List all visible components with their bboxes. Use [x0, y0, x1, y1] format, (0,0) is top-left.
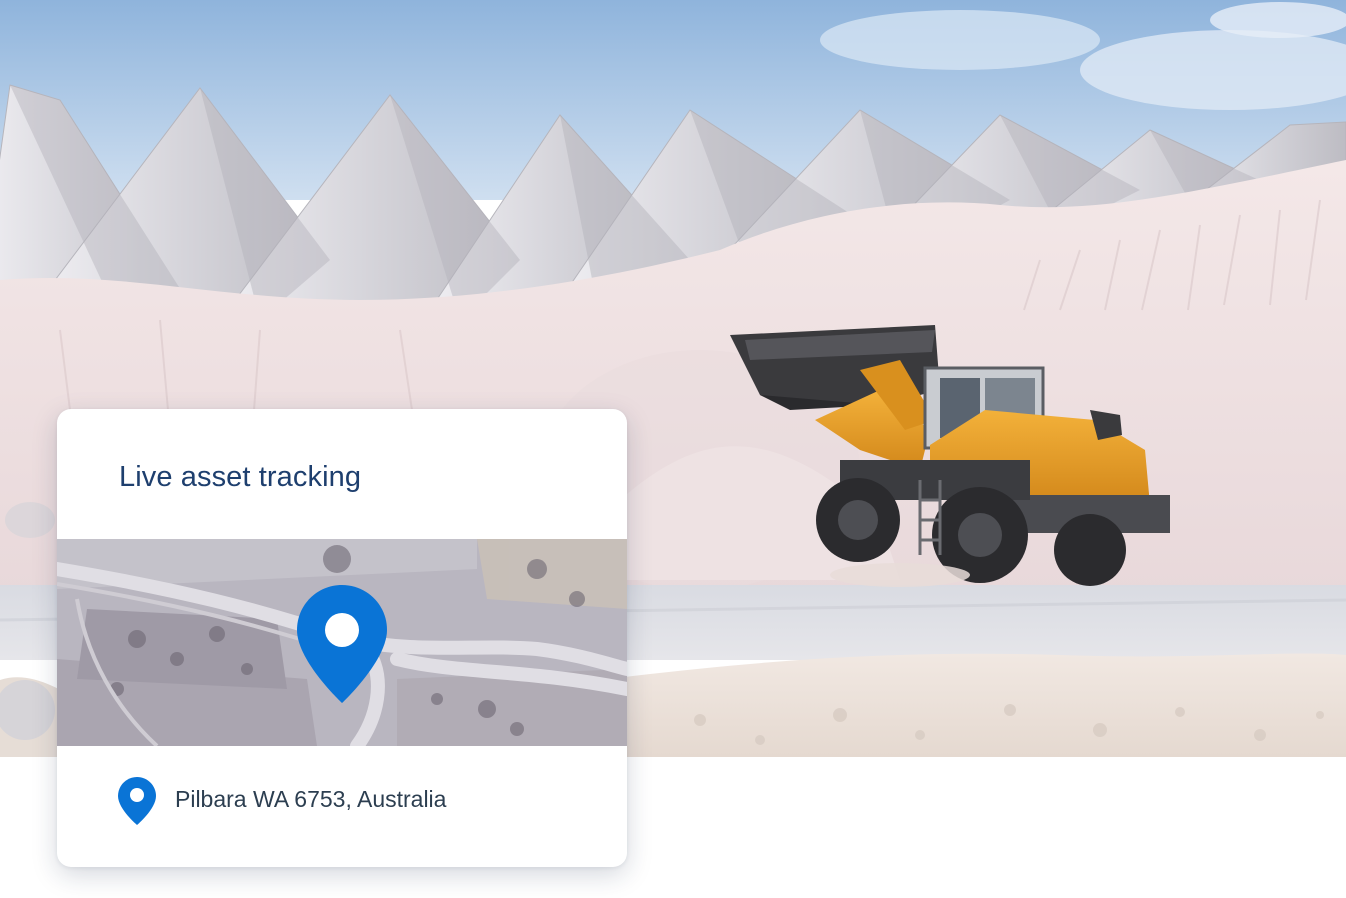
satellite-map[interactable] [57, 539, 627, 746]
asset-tracking-card: Live asset tracking Pilbara WA 6753, Aus… [57, 409, 627, 867]
card-title: Live asset tracking [119, 461, 362, 493]
map-pin-icon [118, 777, 156, 825]
location-text: Pilbara WA 6753, Australia [175, 786, 447, 812]
location-row: Pilbara WA 6753, Australia [57, 746, 627, 867]
map-pin-icon [297, 585, 387, 703]
